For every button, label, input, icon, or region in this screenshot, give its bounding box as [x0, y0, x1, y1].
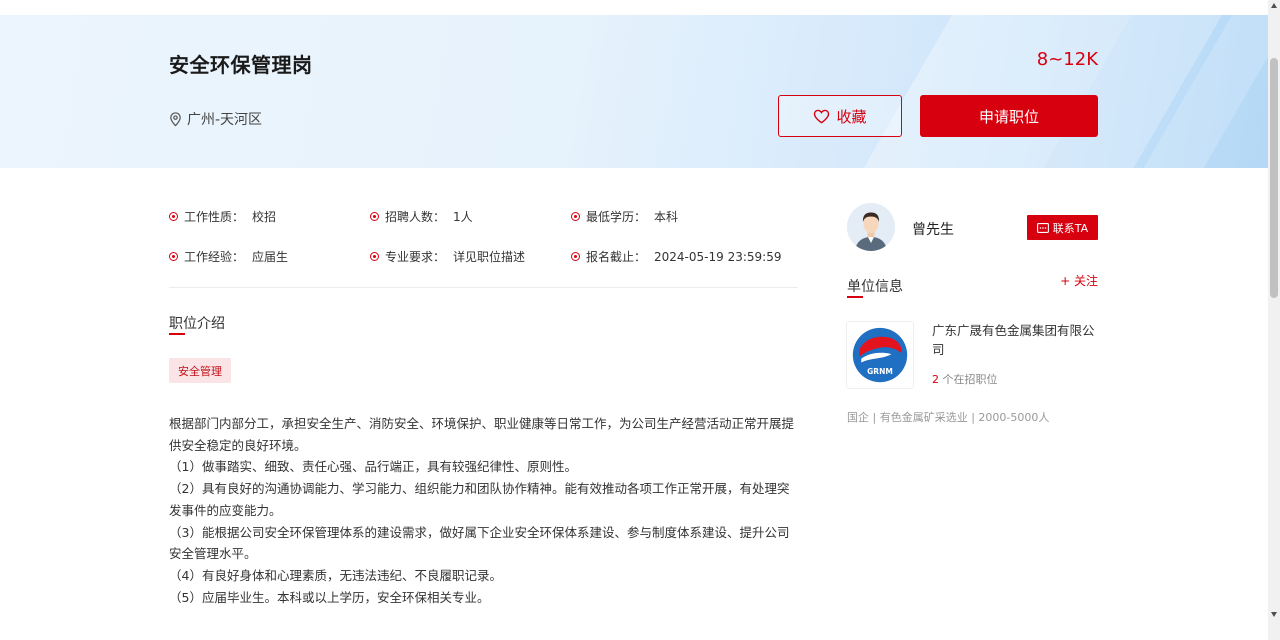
job-header-banner: 安全环保管理岗 8~12K 广州-天河区 收藏 申请职位	[0, 15, 1268, 168]
message-icon	[1036, 222, 1049, 233]
info-value: 本科	[654, 210, 679, 224]
open-jobs-suffix: 个在招职位	[939, 373, 998, 386]
bullet-icon	[571, 212, 580, 221]
info-headcount: 招聘人数： 1人	[370, 208, 473, 225]
location-text: 广州-天河区	[187, 112, 263, 128]
job-title: 安全环保管理岗	[169, 53, 313, 77]
description-paragraph: （2）具有良好的沟通协调能力、学习能力、组织能力和团队协作精神。能有效推动各项工…	[169, 481, 790, 518]
info-value: 1人	[453, 210, 473, 224]
section-underline	[169, 333, 185, 335]
info-education: 最低学历： 本科	[571, 208, 678, 225]
favorite-label: 收藏	[836, 107, 867, 126]
info-value: 校招	[252, 210, 277, 224]
company-logo[interactable]: GRNM	[846, 321, 914, 389]
description-paragraph: 根据部门内部分工，承担安全生产、消防安全、环境保护、职业健康等日常工作，为公司生…	[169, 416, 795, 453]
location-pin-icon	[170, 111, 181, 126]
contact-button[interactable]: 联系TA	[1027, 215, 1098, 240]
bullet-icon	[169, 212, 178, 221]
job-description: 根据部门内部分工，承担安全生产、消防安全、环境保护、职业健康等日常工作，为公司生…	[169, 413, 799, 608]
info-deadline: 报名截止： 2024-05-19 23:59:59	[571, 248, 781, 265]
bullet-icon	[370, 252, 379, 261]
company-name[interactable]: 广东广晟有色金属集团有限公司	[932, 321, 1102, 359]
favorite-button[interactable]: 收藏	[778, 95, 902, 137]
description-paragraph: （4）有良好身体和心理素质，无违法违纪、不良履职记录。	[169, 567, 502, 583]
open-jobs-number: 2	[932, 373, 939, 386]
bullet-icon	[571, 252, 580, 261]
intro-section-title: 职位介绍	[169, 316, 225, 332]
info-label: 工作性质：	[184, 210, 245, 224]
info-label: 工作经验：	[184, 250, 245, 264]
info-label: 专业要求：	[385, 250, 446, 264]
description-paragraph: （3）能根据公司安全环保管理体系的建设需求，做好属下企业安全环保体系建设、参与制…	[169, 524, 790, 562]
scroll-up-arrow-icon[interactable]	[1271, 3, 1277, 8]
job-location: 广州-天河区	[169, 109, 262, 129]
apply-button[interactable]: 申请职位	[920, 95, 1098, 137]
contact-button-label: 联系TA	[1052, 221, 1089, 235]
heart-icon	[814, 109, 830, 123]
follow-button[interactable]: + 关注	[1060, 272, 1098, 289]
info-label: 报名截止：	[586, 250, 647, 264]
info-value: 2024-05-19 23:59:59	[654, 249, 782, 264]
info-value: 详见职位描述	[453, 250, 526, 264]
open-jobs-count[interactable]: 2 个在招职位	[932, 371, 998, 387]
recruiter-avatar	[847, 203, 895, 251]
divider	[169, 287, 798, 288]
recruiter-name: 曾先生	[912, 222, 954, 238]
info-label: 招聘人数：	[385, 210, 446, 224]
scroll-down-arrow-icon[interactable]	[1271, 612, 1277, 617]
info-value: 应届生	[252, 250, 289, 264]
info-label: 最低学历：	[586, 210, 647, 224]
company-logo-icon: GRNM	[852, 327, 908, 383]
section-underline	[847, 296, 863, 298]
info-major: 专业要求： 详见职位描述	[370, 248, 525, 265]
description-paragraph: （1）做事踏实、细致、责任心强、品行端正，具有较强纪律性、原则性。	[169, 459, 577, 475]
description-paragraph: （5）应届毕业生。本科或以上学历，安全环保相关专业。	[169, 589, 490, 605]
company-meta: 国企 | 有色金属矿采选业 | 2000-5000人	[847, 411, 1050, 424]
avatar-icon	[847, 203, 895, 251]
job-tag: 安全管理	[169, 358, 231, 383]
bullet-icon	[169, 252, 178, 261]
info-job-type: 工作性质： 校招	[169, 208, 276, 225]
bullet-icon	[370, 212, 379, 221]
page-scrollbar[interactable]	[1268, 0, 1280, 640]
scroll-thumb[interactable]	[1270, 58, 1278, 298]
company-section-title: 单位信息	[847, 279, 903, 295]
info-experience: 工作经验： 应届生	[169, 248, 288, 265]
logo-text: GRNM	[867, 367, 893, 376]
top-gap	[0, 0, 1268, 15]
salary: 8~12K	[1036, 49, 1098, 70]
